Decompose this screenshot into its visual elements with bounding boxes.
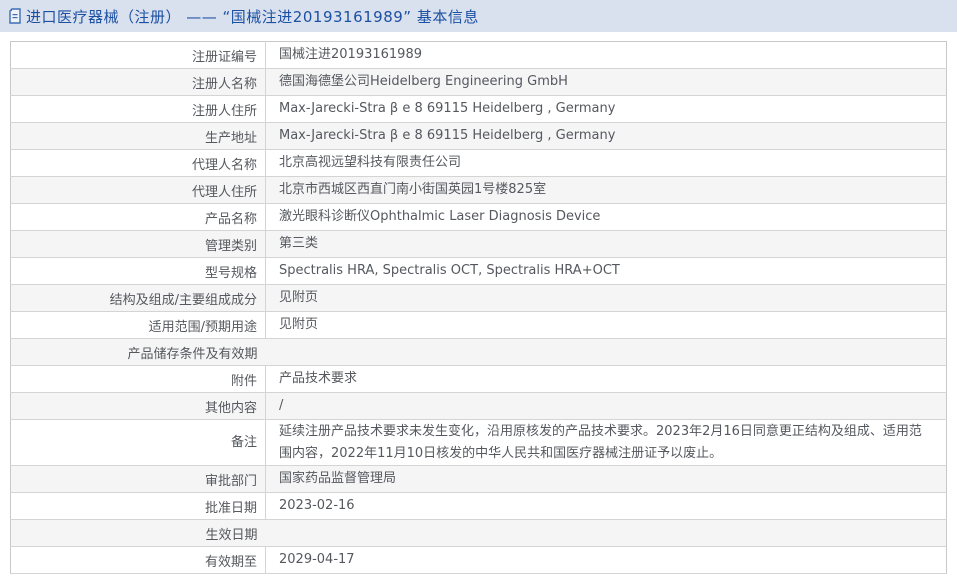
field-value: 北京市西城区西直门南小街国英园1号楼825室 (266, 177, 947, 204)
field-label: 生产地址 (11, 123, 266, 150)
table-row-certificate-no: 注册证编号 国械注进20193161989 (11, 42, 947, 69)
field-value: Max-Jarecki-Stra β e 8 69115 Heidelberg … (266, 96, 947, 123)
field-label: 备注 (11, 420, 266, 466)
table-row-agent-address: 代理人住所 北京市西城区西直门南小街国英园1号楼825室 (11, 177, 947, 204)
table-row-registrant-address: 注册人住所 Max-Jarecki-Stra β e 8 69115 Heide… (11, 96, 947, 123)
field-value: 见附页 (266, 285, 947, 312)
field-value: / (266, 393, 947, 420)
field-value: 产品技术要求 (266, 366, 947, 393)
field-label: 适用范围/预期用途 (11, 312, 266, 339)
document-icon (8, 8, 22, 24)
table-row-other-content: 其他内容 / (11, 393, 947, 420)
field-label: 产品储存条件及有效期 (11, 339, 266, 366)
field-label: 产品名称 (11, 204, 266, 231)
field-label: 有效期至 (11, 547, 266, 574)
table-row-model-spec: 型号规格 Spectralis HRA, Spectralis OCT, Spe… (11, 258, 947, 285)
field-label: 型号规格 (11, 258, 266, 285)
table-row-agent-name: 代理人名称 北京高视远望科技有限责任公司 (11, 150, 947, 177)
table-row-attachment: 附件 产品技术要求 (11, 366, 947, 393)
field-value: 2029-04-17 (266, 547, 947, 574)
field-value: 德国海德堡公司Heidelberg Engineering GmbH (266, 69, 947, 96)
field-label: 代理人名称 (11, 150, 266, 177)
field-value: 北京高视远望科技有限责任公司 (266, 150, 947, 177)
field-label: 代理人住所 (11, 177, 266, 204)
field-label: 附件 (11, 366, 266, 393)
field-label: 生效日期 (11, 520, 266, 547)
field-label: 注册人住所 (11, 96, 266, 123)
table-row-scope-of-use: 适用范围/预期用途 见附页 (11, 312, 947, 339)
table-row-product-name: 产品名称 激光眼科诊断仪Ophthalmic Laser Diagnosis D… (11, 204, 947, 231)
field-value: 第三类 (266, 231, 947, 258)
table-row-structure-composition: 结构及组成/主要组成成分 见附页 (11, 285, 947, 312)
registration-info-table: 注册证编号 国械注进20193161989 注册人名称 德国海德堡公司Heide… (10, 41, 947, 574)
field-label: 结构及组成/主要组成成分 (11, 285, 266, 312)
field-value: 见附页 (266, 312, 947, 339)
table-row-registrant-name: 注册人名称 德国海德堡公司Heidelberg Engineering GmbH (11, 69, 947, 96)
page-title: 进口医疗器械（注册） —— “国械注进20193161989” 基本信息 (26, 6, 479, 27)
field-value (266, 520, 947, 547)
table-row-management-category: 管理类别 第三类 (11, 231, 947, 258)
field-value: 国家药品监督管理局 (266, 466, 947, 493)
field-value: 2023-02-16 (266, 493, 947, 520)
table-row-effective-date: 生效日期 (11, 520, 947, 547)
field-label: 注册人名称 (11, 69, 266, 96)
field-value: 国械注进20193161989 (266, 42, 947, 69)
table-row-production-address: 生产地址 Max-Jarecki-Stra β e 8 69115 Heidel… (11, 123, 947, 150)
field-label: 批准日期 (11, 493, 266, 520)
table-row-remarks: 备注 延续注册产品技术要求未发生变化，沿用原核发的产品技术要求。2023年2月1… (11, 420, 947, 466)
field-label: 审批部门 (11, 466, 266, 493)
field-value: Spectralis HRA, Spectralis OCT, Spectral… (266, 258, 947, 285)
table-row-approval-date: 批准日期 2023-02-16 (11, 493, 947, 520)
field-value (266, 339, 947, 366)
page-header: 进口医疗器械（注册） —— “国械注进20193161989” 基本信息 (0, 0, 957, 32)
table-row-expiry-date: 有效期至 2029-04-17 (11, 547, 947, 574)
registration-info-panel: 注册证编号 国械注进20193161989 注册人名称 德国海德堡公司Heide… (10, 41, 947, 574)
field-label: 其他内容 (11, 393, 266, 420)
field-label: 管理类别 (11, 231, 266, 258)
field-value: 激光眼科诊断仪Ophthalmic Laser Diagnosis Device (266, 204, 947, 231)
table-row-approval-department: 审批部门 国家药品监督管理局 (11, 466, 947, 493)
field-value: Max-Jarecki-Stra β e 8 69115 Heidelberg … (266, 123, 947, 150)
field-label: 注册证编号 (11, 42, 266, 69)
table-row-storage-conditions: 产品储存条件及有效期 (11, 339, 947, 366)
field-value: 延续注册产品技术要求未发生变化，沿用原核发的产品技术要求。2023年2月16日同… (266, 420, 947, 466)
